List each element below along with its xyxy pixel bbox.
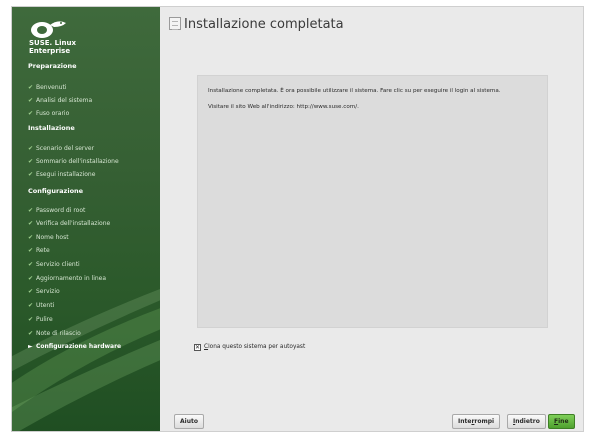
- help-button[interactable]: Aiuto: [174, 414, 204, 429]
- step-verifica[interactable]: ✔ Verifica dell'installazione: [28, 220, 110, 227]
- check-icon: ✔: [28, 330, 34, 337]
- check-icon: ✔: [28, 302, 34, 309]
- brand-line2: Enterprise: [29, 46, 71, 55]
- step-label: Scenario del server: [36, 145, 95, 152]
- step-label: Aggiornamento in linea: [36, 275, 107, 282]
- step-label: Verifica dell'installazione: [36, 220, 111, 227]
- sidebar: SUSE. Linux Enterprise Preparazione ✔ Ben…: [12, 7, 160, 431]
- arrow-right-icon: ►: [28, 343, 33, 350]
- content-line2: Visitare il sito Web all'indirizzo: http…: [208, 104, 359, 110]
- step-password-root[interactable]: ✔ Password di root: [28, 207, 85, 214]
- step-label: Servizio clienti: [36, 261, 80, 268]
- main-panel: Installazione completata Installazione c…: [160, 7, 583, 431]
- check-icon: ✔: [28, 207, 34, 214]
- check-icon: ✔: [28, 97, 34, 104]
- step-label: Fuso orario: [36, 110, 70, 117]
- content-box: Installazione completata. È ora possibil…: [197, 75, 548, 328]
- page-title: Installazione completata: [184, 17, 344, 32]
- step-servizio[interactable]: ✔ Servizio: [28, 288, 60, 295]
- step-fuso-orario[interactable]: ✔ Fuso orario: [28, 110, 69, 117]
- check-icon: ✔: [28, 158, 34, 165]
- section-title-preparazione: Preparazione: [28, 62, 77, 70]
- step-aggiornamento[interactable]: ✔ Aggiornamento in linea: [28, 275, 106, 282]
- check-icon: ✔: [28, 220, 34, 227]
- step-analisi[interactable]: ✔ Analisi del sistema: [28, 97, 92, 104]
- brand-text: SUSE. Linux Enterprise: [29, 39, 76, 55]
- clone-label: lona questo sistema per autoyast: [208, 344, 306, 350]
- checkbox-checked-icon[interactable]: ✕: [194, 344, 201, 351]
- back-label: ndietro: [515, 418, 540, 425]
- step-configurazione-hardware[interactable]: ► Configurazione hardware: [28, 343, 121, 350]
- step-benvenuti[interactable]: ✔ Benvenuti: [28, 84, 66, 91]
- step-label: Esegui installazione: [36, 171, 96, 178]
- suse-chameleon-logo: [31, 21, 66, 38]
- check-icon: ✔: [28, 288, 34, 295]
- step-note-rilascio[interactable]: ✔ Note di rilascio: [28, 330, 81, 337]
- abort-label-b: rompi: [474, 418, 495, 425]
- step-utenti[interactable]: ✔ Utenti: [28, 302, 54, 309]
- step-label: Benvenuti: [36, 84, 67, 91]
- step-label: Utenti: [36, 302, 55, 309]
- back-button[interactable]: Indietro: [507, 414, 546, 429]
- step-servizio-clienti[interactable]: ✔ Servizio clienti: [28, 261, 80, 268]
- step-scenario[interactable]: ✔ Scenario del server: [28, 145, 94, 152]
- step-label: Password di root: [36, 207, 86, 214]
- step-esegui[interactable]: ✔ Esegui installazione: [28, 171, 95, 178]
- check-icon: ✔: [28, 171, 34, 178]
- section-title-installazione: Installazione: [28, 124, 75, 132]
- step-label: Note di rilascio: [36, 330, 81, 337]
- step-label: Rete: [36, 247, 50, 254]
- abort-label-a: Inte: [458, 418, 472, 425]
- installer-window: SUSE. Linux Enterprise Preparazione ✔ Ben…: [11, 6, 584, 432]
- step-nome-host[interactable]: ✔ Nome host: [28, 234, 69, 241]
- check-icon: ✔: [28, 275, 34, 282]
- check-icon: ✔: [28, 110, 34, 117]
- finish-label: ine: [558, 418, 569, 425]
- step-label: Servizio: [36, 288, 60, 295]
- check-icon: ✔: [28, 261, 34, 268]
- content-line1: Installazione completata. È ora possibil…: [208, 88, 501, 94]
- step-label: Analisi del sistema: [36, 97, 93, 104]
- step-sommario[interactable]: ✔ Sommario dell'installazione: [28, 158, 119, 165]
- sidebar-swoosh-decoration: [12, 289, 160, 431]
- clone-autoyast-checkbox[interactable]: ✕ Clona questo sistema per autoyast: [194, 344, 305, 351]
- finish-button[interactable]: Fine: [548, 414, 575, 429]
- section-title-configurazione: Configurazione: [28, 187, 84, 195]
- check-icon: ✔: [28, 84, 34, 91]
- check-icon: ✔: [28, 247, 34, 254]
- step-rete[interactable]: ✔ Rete: [28, 247, 50, 254]
- document-icon: [169, 17, 181, 30]
- abort-button[interactable]: Interrompi: [452, 414, 501, 429]
- step-label: Configurazione hardware: [36, 343, 122, 350]
- step-label: Sommario dell'installazione: [36, 158, 119, 165]
- check-icon: ✔: [28, 145, 34, 152]
- step-label: Nome host: [36, 234, 69, 241]
- check-icon: ✔: [28, 234, 34, 241]
- step-pulire[interactable]: ✔ Pulire: [28, 316, 53, 323]
- check-icon: ✔: [28, 316, 34, 323]
- step-label: Pulire: [36, 316, 53, 323]
